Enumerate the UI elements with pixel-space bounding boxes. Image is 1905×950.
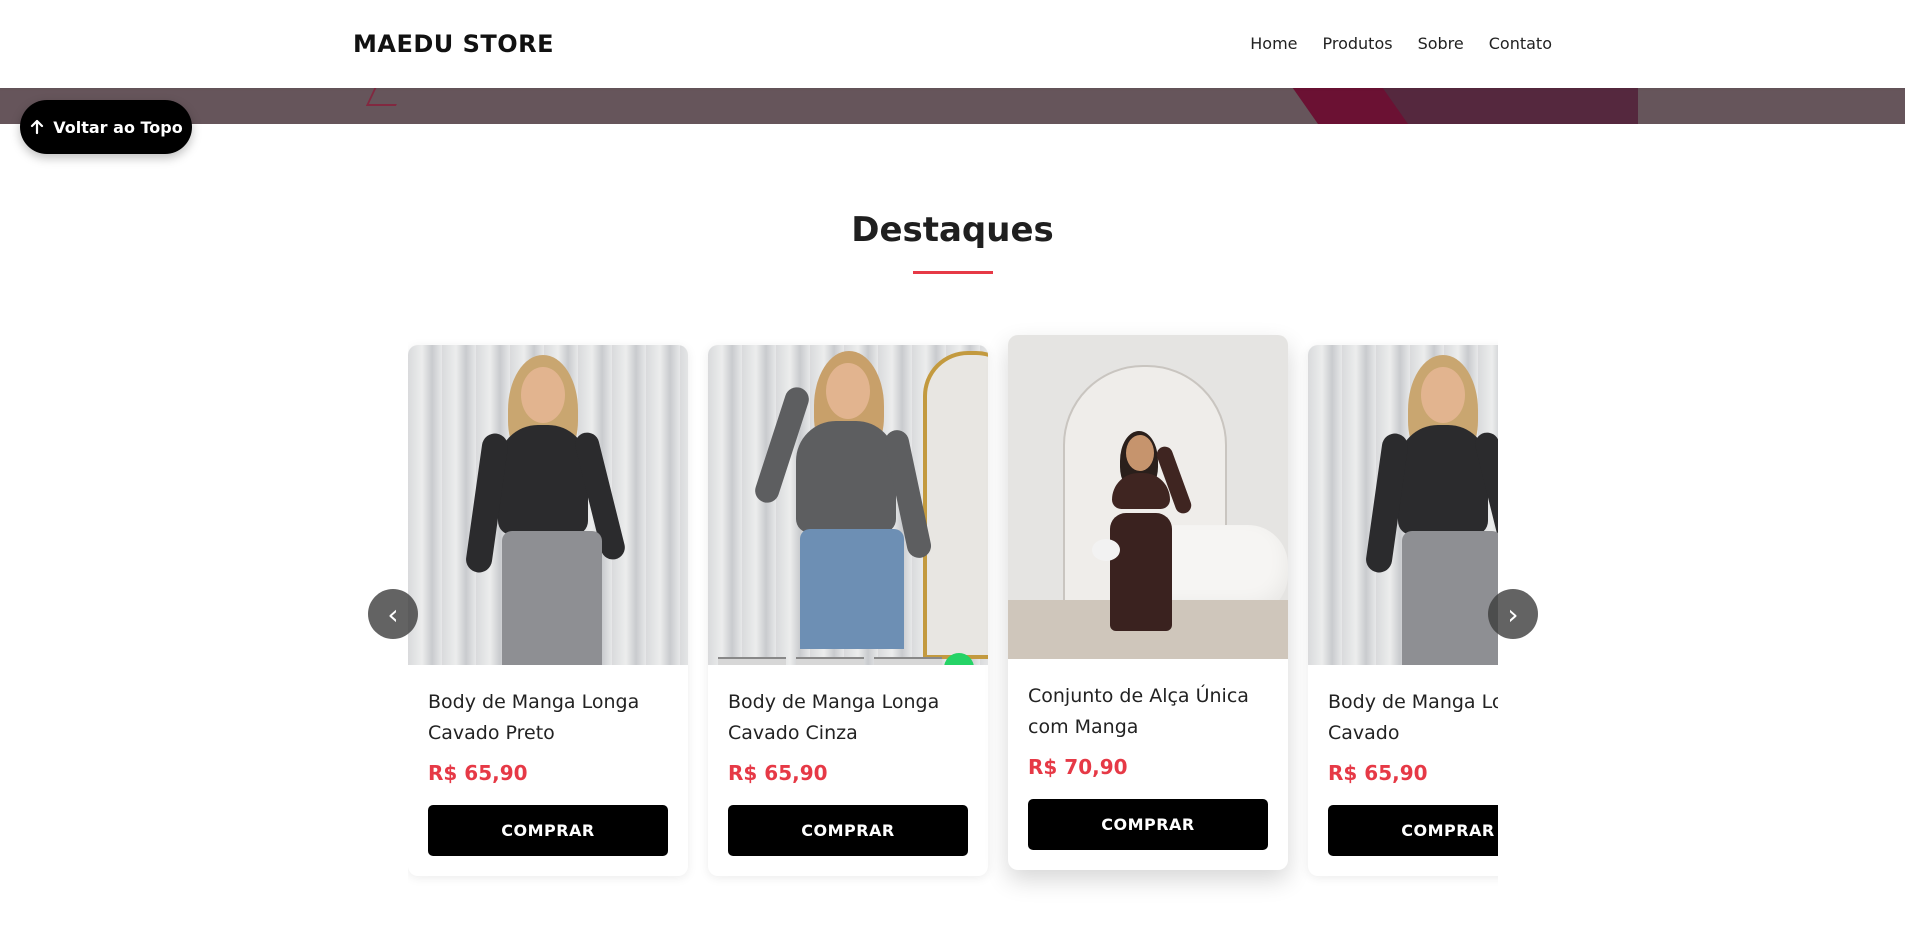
nav-link-sobre[interactable]: Sobre (1418, 34, 1464, 53)
product-image[interactable] (1008, 335, 1288, 659)
site-header: MAEDU STORE Home Produtos Sobre Contato (0, 0, 1905, 88)
buy-button[interactable]: COMPRAR (1028, 799, 1268, 850)
product-name[interactable]: Body de Manga Longa Cavado Cinza (728, 687, 968, 749)
product-image[interactable] (1308, 345, 1498, 665)
buy-button[interactable]: COMPRAR (1328, 805, 1498, 856)
product-price: R$ 65,90 (1328, 761, 1428, 785)
product-card[interactable]: Body de Manga Longa Cavado R$ 65,90 COMP… (1308, 345, 1498, 876)
product-name[interactable]: Body de Manga Longa Cavado Preto (428, 687, 668, 749)
product-price: R$ 70,90 (1028, 755, 1128, 779)
product-image[interactable] (708, 345, 988, 665)
product-carousel: Body de Manga Longa Cavado Preto R$ 65,9… (408, 320, 1498, 910)
store-logo[interactable]: MAEDU STORE (353, 30, 554, 58)
arrow-up-icon (31, 119, 44, 135)
back-to-top-label: Voltar ao Topo (53, 117, 183, 137)
product-price: R$ 65,90 (728, 761, 828, 785)
hero-banner (0, 88, 1905, 124)
product-card[interactable]: Conjunto de Alça Única com Manga R$ 70,9… (1008, 335, 1288, 870)
main-nav: Home Produtos Sobre Contato (1250, 34, 1552, 53)
carousel-next-button[interactable]: › (1488, 589, 1538, 639)
product-card[interactable]: Body de Manga Longa Cavado Preto R$ 65,9… (408, 345, 688, 876)
buy-button[interactable]: COMPRAR (728, 805, 968, 856)
product-card[interactable]: Body de Manga Longa Cavado Cinza R$ 65,9… (708, 345, 988, 876)
nav-link-contato[interactable]: Contato (1489, 34, 1552, 53)
carousel-prev-button[interactable]: ‹ (368, 589, 418, 639)
hero-decoration (365, 88, 409, 106)
product-name[interactable]: Body de Manga Longa Cavado (1328, 687, 1498, 749)
product-name[interactable]: Conjunto de Alça Única com Manga (1028, 681, 1268, 743)
back-to-top-button[interactable]: Voltar ao Topo (20, 100, 192, 154)
product-price: R$ 65,90 (428, 761, 528, 785)
title-underline (913, 271, 993, 274)
nav-link-produtos[interactable]: Produtos (1323, 34, 1393, 53)
product-image[interactable] (408, 345, 688, 665)
section-title: Destaques (851, 210, 1054, 250)
nav-link-home[interactable]: Home (1250, 34, 1297, 53)
buy-button[interactable]: COMPRAR (428, 805, 668, 856)
